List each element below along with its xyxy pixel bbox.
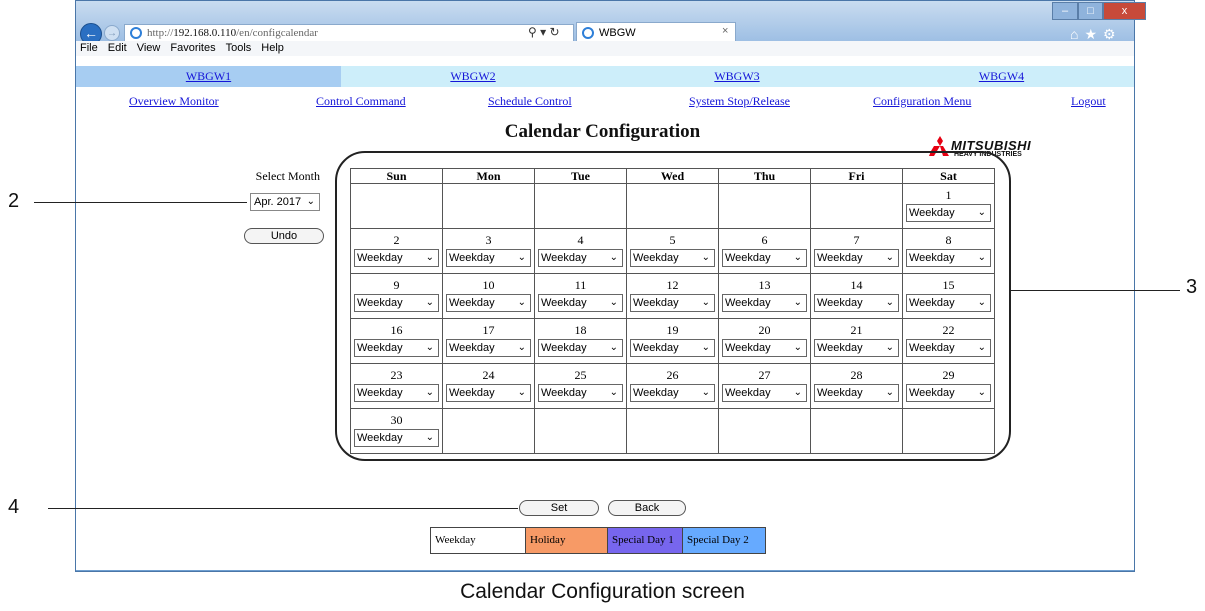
link-schedule-control[interactable]: Schedule Control: [488, 94, 572, 109]
chevron-down-icon: ⌄: [306, 196, 315, 207]
tab-wbgw2[interactable]: WBGW2: [341, 66, 605, 87]
search-refresh-icons[interactable]: ⚲ ▾ ↻: [528, 25, 560, 39]
set-button[interactable]: Set: [519, 500, 599, 516]
menu-tools[interactable]: Tools: [226, 42, 252, 54]
link-configuration-menu[interactable]: Configuration Menu: [873, 94, 971, 109]
maximize-button[interactable]: □: [1078, 2, 1103, 20]
callout-4-number: 4: [8, 496, 20, 518]
menu-view[interactable]: View: [137, 42, 161, 54]
month-select-value: Apr. 2017: [254, 196, 302, 208]
close-window-button[interactable]: x: [1103, 2, 1146, 20]
link-control-command[interactable]: Control Command: [316, 94, 406, 109]
callout-3-line: [1011, 290, 1180, 291]
browser-forward-button[interactable]: →: [104, 25, 120, 41]
undo-button[interactable]: Undo: [244, 228, 324, 244]
legend-holiday: Holiday: [526, 528, 608, 553]
back-button[interactable]: Back: [608, 500, 686, 516]
month-select[interactable]: Apr. 2017 ⌄: [250, 193, 320, 211]
url-host: 192.168.0.110: [173, 27, 237, 39]
tab-wbgw3[interactable]: WBGW3: [605, 66, 869, 87]
tab-wbgw1[interactable]: WBGW1: [76, 66, 341, 87]
day-type-legend: Weekday Holiday Special Day 1 Special Da…: [430, 527, 766, 554]
ie-icon: [130, 27, 142, 39]
select-month-label: Select Month: [255, 169, 320, 183]
figure-caption: Calendar Configuration screen: [460, 580, 745, 603]
callout-2-line: [34, 202, 247, 203]
tab-title: WBGW: [599, 27, 636, 39]
link-logout[interactable]: Logout: [1071, 94, 1106, 109]
legend-special-day-2: Special Day 2: [683, 528, 765, 553]
url-prefix: http://: [147, 27, 174, 39]
link-overview-monitor[interactable]: Overview Monitor: [129, 94, 219, 109]
menu-file[interactable]: File: [80, 42, 98, 54]
callout-3-outline: [335, 151, 1011, 461]
link-system-stop-release[interactable]: System Stop/Release: [689, 94, 790, 109]
tab-ie-icon: [582, 27, 594, 39]
callout-2-number: 2: [8, 190, 20, 212]
callout-4-line: [48, 508, 518, 509]
menu-favorites[interactable]: Favorites: [170, 42, 215, 54]
menu-edit[interactable]: Edit: [108, 42, 127, 54]
legend-special-day-1: Special Day 1: [608, 528, 683, 553]
tab-wbgw4[interactable]: WBGW4: [869, 66, 1134, 87]
window-controls: – □ x: [1052, 2, 1146, 20]
url-path: /en/configcalendar: [236, 27, 318, 39]
minimize-button[interactable]: –: [1052, 2, 1078, 20]
menu-help[interactable]: Help: [261, 42, 284, 54]
menu-bar: File Edit View Favorites Tools Help: [76, 41, 1134, 56]
gateway-tab-bar: WBGW1 WBGW2 WBGW3 WBGW4: [76, 66, 1134, 87]
legend-weekday: Weekday: [431, 528, 526, 553]
callout-3-number: 3: [1186, 276, 1198, 298]
tab-close-icon[interactable]: ×: [722, 25, 728, 37]
